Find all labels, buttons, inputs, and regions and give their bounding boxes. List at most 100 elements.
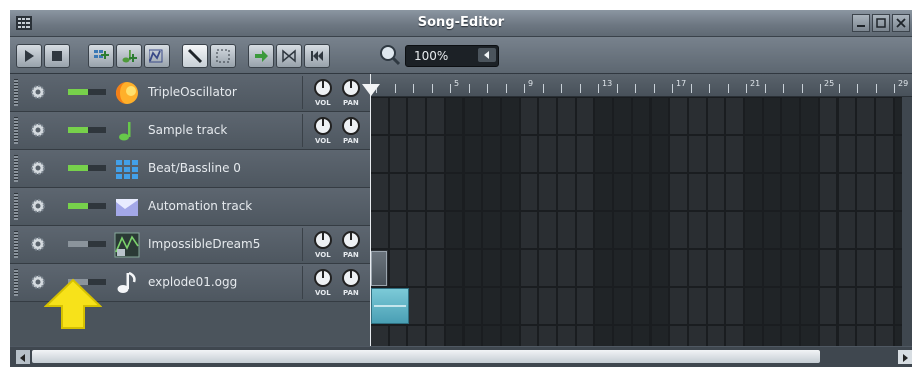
grid-cell[interactable]: [408, 212, 426, 248]
grid-cell[interactable]: [782, 98, 800, 134]
volume-knob[interactable]: [313, 268, 333, 288]
grid-cell[interactable]: [707, 174, 725, 210]
grid-cell[interactable]: [857, 174, 874, 210]
grid-cell[interactable]: [857, 250, 874, 286]
grid-cell[interactable]: [558, 98, 575, 134]
grid-cell[interactable]: [614, 174, 631, 210]
grid-cell[interactable]: [632, 136, 650, 172]
grid-cell[interactable]: [801, 288, 818, 324]
scrollbar-thumb[interactable]: [32, 350, 820, 363]
grid-cell[interactable]: [464, 98, 482, 134]
grid-cell[interactable]: [389, 98, 407, 134]
rewind-button[interactable]: [304, 44, 330, 68]
grid-cell[interactable]: [464, 326, 482, 346]
grid-cell[interactable]: [445, 288, 463, 324]
grid-cell[interactable]: [838, 212, 856, 248]
grid-cell[interactable]: [464, 174, 482, 210]
grid-cell[interactable]: [371, 136, 388, 172]
grid-cell[interactable]: [539, 212, 556, 248]
grid-cell[interactable]: [857, 288, 874, 324]
grid-cell[interactable]: [464, 136, 482, 172]
grid-cell[interactable]: [483, 250, 500, 286]
grid-cell[interactable]: [520, 288, 538, 324]
grid-cell[interactable]: [688, 326, 706, 346]
drag-handle[interactable]: [14, 155, 18, 182]
grid-cell[interactable]: [408, 288, 426, 324]
grid-cell[interactable]: [501, 250, 519, 286]
grid-cell[interactable]: [707, 98, 725, 134]
grid-cell[interactable]: [427, 136, 444, 172]
grid-cell[interactable]: [501, 212, 519, 248]
grid-cell[interactable]: [483, 288, 500, 324]
grid-cell[interactable]: [838, 174, 856, 210]
grid-cell[interactable]: [670, 174, 687, 210]
grid-cell[interactable]: [539, 250, 556, 286]
grid-cell[interactable]: [726, 212, 743, 248]
grid-cell[interactable]: [688, 288, 706, 324]
grid-cell[interactable]: [595, 174, 613, 210]
grid-cell[interactable]: [670, 212, 687, 248]
mute-toggle[interactable]: [68, 88, 106, 96]
grid-cell[interactable]: [745, 326, 762, 346]
grid-cell[interactable]: [651, 174, 669, 210]
pattern-clip[interactable]: [371, 251, 387, 286]
grid-cell[interactable]: [688, 174, 706, 210]
grid-cell[interactable]: [632, 98, 650, 134]
grid-cell[interactable]: [558, 288, 575, 324]
grid-cell[interactable]: [614, 136, 631, 172]
grid-cell[interactable]: [651, 288, 669, 324]
grid-cell[interactable]: [595, 136, 613, 172]
grid-cell[interactable]: [688, 98, 706, 134]
grid-cell[interactable]: [745, 250, 762, 286]
grid-cell[interactable]: [371, 326, 388, 346]
grid-cell[interactable]: [501, 174, 519, 210]
grid-cell[interactable]: [819, 212, 837, 248]
grid-cell[interactable]: [819, 98, 837, 134]
grid-cell[interactable]: [614, 326, 631, 346]
grid-cell[interactable]: [651, 136, 669, 172]
drag-handle[interactable]: [14, 193, 18, 220]
grid-cell[interactable]: [745, 288, 762, 324]
grid-cell[interactable]: [483, 212, 500, 248]
grid-cell[interactable]: [819, 326, 837, 346]
grid-cell[interactable]: [875, 250, 893, 286]
grid-cell[interactable]: [558, 136, 575, 172]
grid-cell[interactable]: [389, 212, 407, 248]
grid-cell[interactable]: [782, 288, 800, 324]
pattern-grid[interactable]: [370, 97, 912, 346]
grid-cell[interactable]: [838, 326, 856, 346]
volume-knob[interactable]: [313, 78, 333, 98]
track-row[interactable]: Beat/Bassline 0: [10, 150, 370, 188]
grid-cell[interactable]: [726, 98, 743, 134]
grid-cell[interactable]: [838, 288, 856, 324]
grid-cell[interactable]: [371, 174, 388, 210]
grid-cell[interactable]: [483, 98, 500, 134]
grid-cell[interactable]: [632, 174, 650, 210]
vertical-scrollbar[interactable]: [902, 97, 912, 346]
scroll-left-button[interactable]: [16, 350, 30, 364]
grid-cell[interactable]: [408, 136, 426, 172]
grid-cell[interactable]: [595, 98, 613, 134]
gear-icon[interactable]: [28, 158, 48, 178]
grid-cell[interactable]: [576, 174, 594, 210]
pan-knob[interactable]: [341, 230, 361, 250]
grid-cell[interactable]: [427, 288, 444, 324]
mute-toggle[interactable]: [68, 202, 106, 210]
grid-cell[interactable]: [520, 250, 538, 286]
grid-cell[interactable]: [670, 288, 687, 324]
grid-cell[interactable]: [408, 250, 426, 286]
grid-cell[interactable]: [838, 136, 856, 172]
grid-cell[interactable]: [875, 136, 893, 172]
grid-cell[interactable]: [875, 174, 893, 210]
grid-cell[interactable]: [445, 212, 463, 248]
grid-cell[interactable]: [801, 136, 818, 172]
grid-cell[interactable]: [483, 136, 500, 172]
scroll-right-button[interactable]: [898, 350, 912, 364]
volume-knob[interactable]: [313, 116, 333, 136]
grid-cell[interactable]: [464, 288, 482, 324]
grid-cell[interactable]: [539, 136, 556, 172]
grid-cell[interactable]: [801, 326, 818, 346]
gear-icon[interactable]: [28, 234, 48, 254]
grid-cell[interactable]: [408, 326, 426, 346]
grid-cell[interactable]: [632, 212, 650, 248]
